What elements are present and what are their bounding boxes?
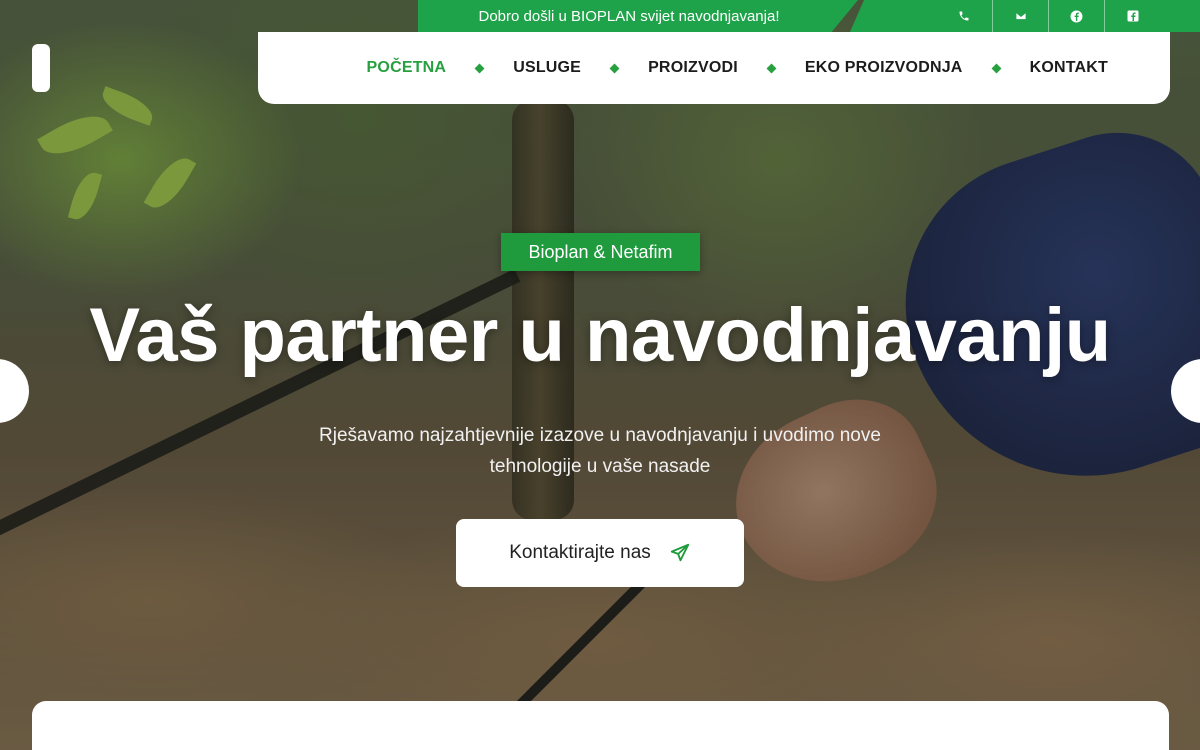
hero-headline: Vaš partner u navodnjavanju — [89, 293, 1111, 378]
nav-item-eko-proizvodnja[interactable]: EKO PROIZVODNJA — [805, 59, 963, 77]
mail-icon[interactable] — [992, 0, 1048, 32]
phone-icon[interactable] — [936, 0, 992, 32]
social-links — [850, 0, 1200, 32]
hero-subtitle-line2: tehnologije u vaše nasade — [489, 456, 711, 477]
features-card — [32, 701, 1169, 750]
nav-separator — [609, 63, 620, 73]
facebook-icon[interactable] — [1048, 0, 1104, 32]
welcome-message: Dobro došli u BIOPLAN svijet navodnjavan… — [418, 0, 858, 32]
main-nav: POČETNA USLUGE PROIZVODI EKO PROIZVODNJA… — [258, 32, 1170, 104]
facebook-square-icon[interactable] — [1104, 0, 1160, 32]
nav-item-kontakt[interactable]: KONTAKT — [1030, 59, 1108, 77]
top-bar: Dobro došli u BIOPLAN svijet navodnjavan… — [418, 0, 1200, 32]
nav-item-usluge[interactable]: USLUGE — [513, 59, 581, 77]
send-icon — [670, 543, 689, 562]
hero-subtitle: Rješavamo najzahtjevnije izazove u navod… — [300, 420, 900, 482]
nav-separator — [474, 63, 485, 73]
logo[interactable] — [32, 44, 50, 92]
nav-separator — [766, 63, 777, 73]
nav-item-proizvodi[interactable]: PROIZVODI — [648, 59, 738, 77]
contact-button[interactable]: Kontaktirajte nas — [456, 519, 744, 587]
nav-separator — [991, 63, 1002, 73]
hero-subtitle-line1: Rješavamo najzahtjevnije izazove u navod… — [319, 425, 881, 446]
nav-item-pocetna[interactable]: POČETNA — [367, 59, 447, 77]
hero-badge: Bioplan & Netafim — [501, 233, 700, 271]
contact-button-label: Kontaktirajte nas — [509, 542, 651, 563]
